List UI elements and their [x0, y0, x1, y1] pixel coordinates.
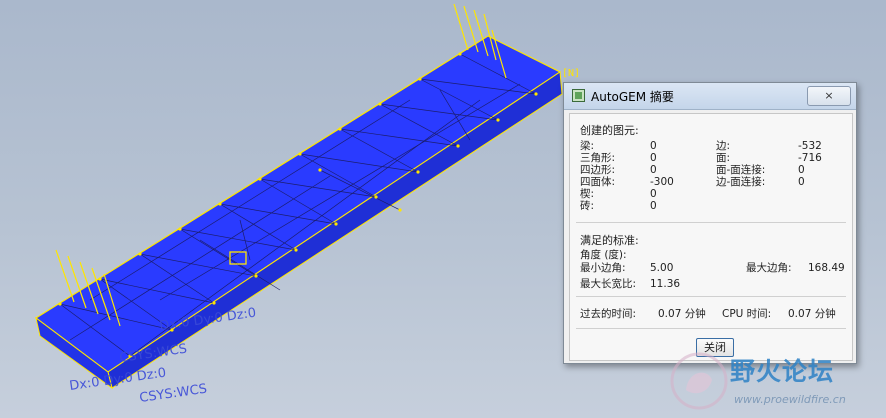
created-item-value: -300	[650, 176, 674, 188]
max-edge-angle-label: 最大边角:	[746, 262, 792, 274]
elapsed-label: 过去的时间:	[580, 308, 637, 320]
created-item-label: 梁:	[580, 140, 595, 152]
elapsed-value: 0.07 分钟	[658, 308, 706, 320]
created-item-label: 面-面连接:	[716, 164, 766, 176]
beam-top-face	[34, 35, 562, 373]
criteria-heading: 满足的标准:	[580, 234, 639, 247]
created-item-value: -532	[798, 140, 822, 152]
app-icon	[572, 89, 585, 102]
divider	[576, 328, 846, 329]
created-item-value: 0	[798, 176, 805, 188]
created-item-value: 0	[650, 140, 657, 152]
min-edge-angle-value: 5.00	[650, 262, 674, 274]
created-item-label: 四边形:	[580, 164, 616, 176]
created-item-value: 0	[650, 200, 657, 212]
close-icon: ×	[824, 89, 834, 102]
created-item-label: 边:	[716, 140, 731, 152]
created-item-value: 0	[650, 152, 657, 164]
created-item-label: 砖:	[580, 200, 595, 212]
divider	[576, 222, 846, 223]
created-heading: 创建的图元:	[580, 124, 639, 137]
created-item-value: 0	[798, 164, 805, 176]
axis-label: [N]	[562, 68, 581, 79]
max-aspect-label: 最大长宽比:	[580, 278, 637, 290]
min-edge-angle-label: 最小边角:	[580, 262, 626, 274]
watermark-text: 野火论坛	[730, 357, 835, 386]
dialog-titlebar[interactable]: AutoGEM 摘要 ×	[564, 83, 856, 110]
close-button[interactable]: ×	[807, 86, 851, 106]
cpu-label: CPU 时间:	[722, 308, 772, 320]
created-item-label: 四面体:	[580, 176, 616, 188]
divider	[576, 296, 846, 297]
created-item-label: 边-面连接:	[716, 176, 766, 188]
max-aspect-value: 11.36	[650, 278, 681, 290]
dialog-title: AutoGEM 摘要	[591, 90, 674, 104]
cpu-value: 0.07 分钟	[788, 308, 836, 320]
created-item-value: -716	[798, 152, 822, 164]
angle-label: 角度 (度):	[580, 249, 627, 261]
max-edge-angle-value: 168.49	[808, 262, 845, 274]
autogem-summary-dialog: AutoGEM 摘要 × 创建的图元: 梁: 0 三角形: 0 四边形: 0 四面体: -30…	[563, 82, 857, 364]
created-item-value: 0	[650, 188, 657, 200]
dialog-body: 创建的图元: 梁: 0 三角形: 0 四边形: 0 四面体: -300 楔: 0 砖: 0 边: -53…	[569, 113, 853, 361]
created-item-label: 楔:	[580, 188, 595, 200]
created-item-label: 三角形:	[580, 152, 616, 164]
load-label: CSYS:WCS	[138, 382, 208, 406]
watermark-logo-icon	[670, 352, 728, 410]
created-item-label: 面:	[716, 152, 731, 164]
watermark-url: www.proewildfire.cn	[734, 393, 846, 406]
created-item-value: 0	[650, 164, 657, 176]
